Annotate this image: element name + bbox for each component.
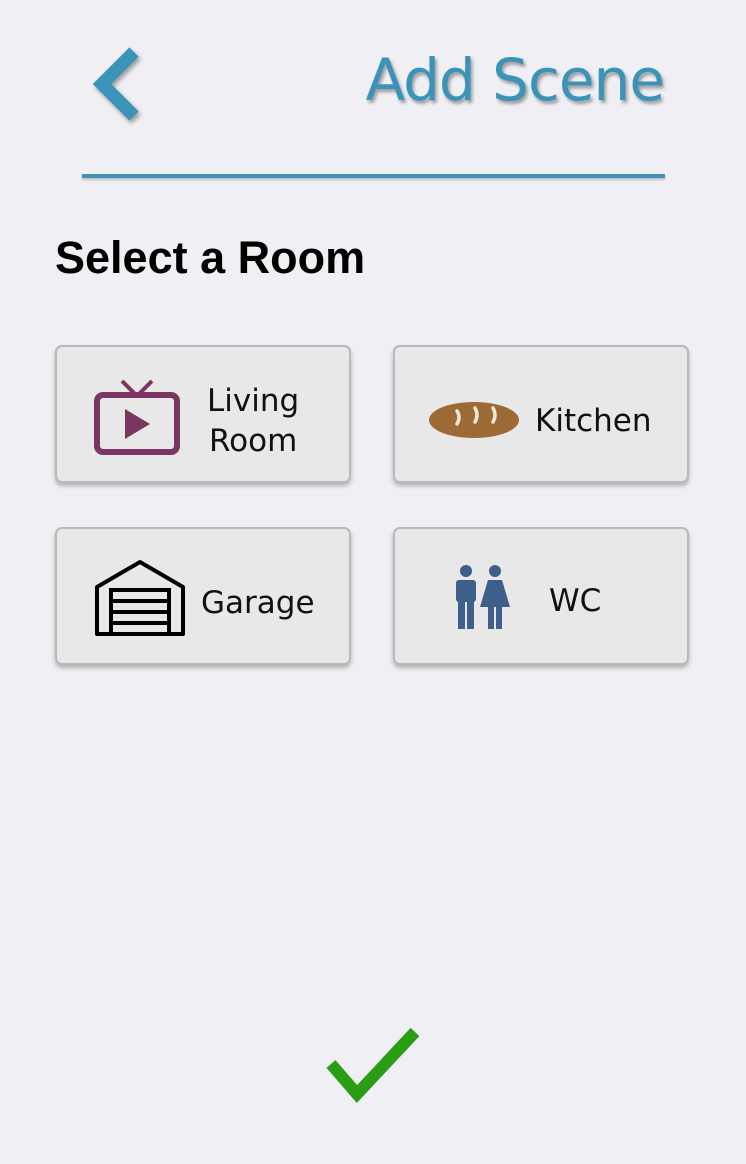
back-button[interactable] (90, 44, 150, 124)
page-title: Add Scene (365, 46, 665, 114)
bread-icon (427, 399, 521, 445)
room-label-kitchen: Kitchen (535, 403, 652, 439)
room-tile-living-room[interactable]: Living Room (55, 345, 351, 483)
room-label-living: Living (207, 383, 300, 419)
room-label-room: Room (209, 423, 298, 459)
room-label-garage: Garage (201, 585, 315, 621)
chevron-left-icon (90, 47, 150, 128)
room-tile-wc[interactable]: WC (393, 527, 689, 665)
confirm-button[interactable] (323, 1022, 423, 1106)
garage-door-icon (94, 559, 186, 641)
checkmark-icon (323, 1027, 423, 1110)
tv-icon (94, 377, 180, 459)
room-tile-kitchen[interactable]: Kitchen (393, 345, 689, 483)
restroom-icon (453, 563, 513, 635)
section-heading: Select a Room (55, 232, 366, 283)
title-divider (82, 174, 665, 178)
room-tile-garage[interactable]: Garage (55, 527, 351, 665)
room-label-wc: WC (549, 583, 602, 619)
